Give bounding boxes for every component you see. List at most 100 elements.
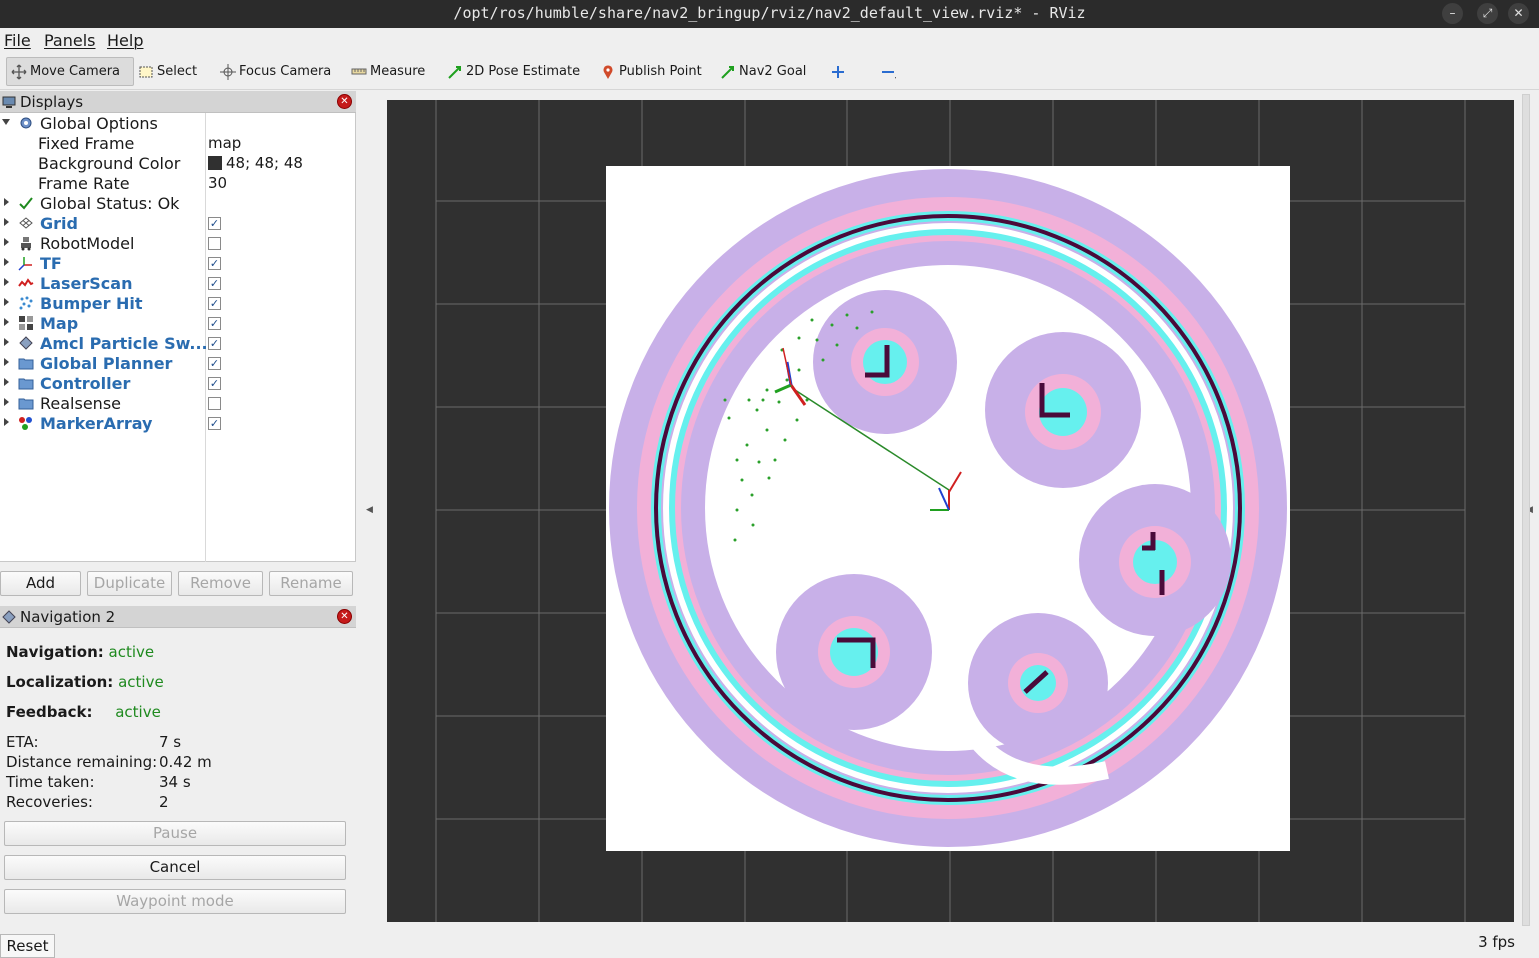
collapsed-arrow-icon[interactable] <box>2 277 10 287</box>
distance-value: 0.42 m <box>159 753 212 771</box>
tree-row-amcl-particle-swarm[interactable]: Amcl Particle Sw... ✓ <box>0 333 355 353</box>
checkbox-map[interactable]: ✓ <box>208 317 221 330</box>
collapsed-arrow-icon[interactable] <box>2 317 10 327</box>
obstacle-top-right <box>985 332 1141 488</box>
focus-camera-label: Focus Camera <box>239 64 332 79</box>
collapsed-arrow-icon[interactable] <box>2 417 10 427</box>
time-taken-label: Time taken: <box>6 773 95 791</box>
ruler-icon <box>351 68 367 74</box>
select-tool[interactable]: Select <box>134 57 201 86</box>
rename-display-button[interactable]: Rename <box>269 571 353 596</box>
pause-button[interactable]: Pause <box>4 821 346 846</box>
checkbox-controller[interactable]: ✓ <box>208 377 221 390</box>
menu-help[interactable]: Help <box>107 31 143 50</box>
publish-point-tool[interactable]: Publish Point <box>596 57 706 86</box>
tree-row-controller[interactable]: Controller ✓ <box>0 373 355 393</box>
collapsed-arrow-icon[interactable] <box>2 257 10 267</box>
global-status-label: Global Status: Ok <box>40 194 180 213</box>
duplicate-display-button[interactable]: Duplicate <box>87 571 172 596</box>
localization-status-row: Localization: active <box>6 673 164 691</box>
tree-row-map[interactable]: Map ✓ <box>0 313 355 333</box>
collapse-left-icon[interactable]: ◀ <box>366 505 373 515</box>
tree-row-background-color[interactable]: Background Color 48; 48; 48 <box>0 153 355 173</box>
time-taken-value: 34 s <box>159 773 191 791</box>
point-cloud-icon <box>19 296 33 310</box>
tree-row-robotmodel[interactable]: RobotModel <box>0 233 355 253</box>
checkbox-grid[interactable]: ✓ <box>208 217 221 230</box>
checkbox-robotmodel[interactable] <box>208 237 221 250</box>
diamond-icon <box>2 610 16 624</box>
checkbox-realsense[interactable] <box>208 397 221 410</box>
tree-row-global-planner[interactable]: Global Planner ✓ <box>0 353 355 373</box>
localization-status-value: active <box>118 673 164 691</box>
collapsed-arrow-icon[interactable] <box>2 357 10 367</box>
frame-rate-value[interactable]: 30 <box>208 174 227 192</box>
window-title: /opt/ros/humble/share/nav2_bringup/rviz/… <box>453 4 1086 22</box>
collapsed-arrow-icon[interactable] <box>2 297 10 307</box>
map-canvas[interactable] <box>387 100 1514 922</box>
tree-row-global-status[interactable]: Global Status: Ok <box>0 193 355 213</box>
select-label: Select <box>157 64 198 79</box>
recoveries-value: 2 <box>159 793 169 811</box>
checkbox-laserscan[interactable]: ✓ <box>208 277 221 290</box>
select-icon <box>139 66 153 77</box>
tree-row-laserscan[interactable]: LaserScan ✓ <box>0 273 355 293</box>
menu-file[interactable]: File <box>4 31 31 50</box>
remove-display-button[interactable]: Remove <box>178 571 263 596</box>
3d-viewport[interactable] <box>387 100 1514 922</box>
tree-row-bumper-hit[interactable]: Bumper Hit ✓ <box>0 293 355 313</box>
checkbox-markerarray[interactable]: ✓ <box>208 417 221 430</box>
checkbox-amcl[interactable]: ✓ <box>208 337 221 350</box>
minimize-button[interactable]: – <box>1442 3 1463 24</box>
close-window-button[interactable]: ✕ <box>1508 3 1529 24</box>
navigation-status-value: active <box>108 643 155 661</box>
menu-panels[interactable]: Panels <box>44 31 96 50</box>
remove-tool-button[interactable] <box>876 57 900 86</box>
navigation-panel-header: Navigation 2 ✕ <box>0 606 356 628</box>
distance-label: Distance remaining: <box>6 753 158 771</box>
cancel-button[interactable]: Cancel <box>4 855 346 880</box>
waypoint-mode-button[interactable]: Waypoint mode <box>4 889 346 914</box>
measure-tool[interactable]: Measure <box>347 57 429 86</box>
expanded-arrow-icon[interactable] <box>2 117 10 127</box>
collapsed-arrow-icon[interactable] <box>2 377 10 387</box>
add-tool-button[interactable] <box>826 57 850 86</box>
tree-row-markerarray[interactable]: MarkerArray ✓ <box>0 413 355 433</box>
navigation-status-row: Navigation: active <box>6 643 154 661</box>
tree-row-tf[interactable]: TF ✓ <box>0 253 355 273</box>
move-camera-icon <box>11 64 27 79</box>
collapsed-arrow-icon[interactable] <box>2 397 10 407</box>
move-camera-tool[interactable]: Move Camera <box>6 57 134 86</box>
display-label-controller: Controller <box>40 374 131 393</box>
reset-button[interactable]: Reset <box>0 934 55 958</box>
pose-estimate-tool[interactable]: 2D Pose Estimate <box>443 57 584 86</box>
toolbar: Move Camera Select Focus Camera Measure … <box>0 52 1539 90</box>
add-display-button[interactable]: Add <box>0 571 81 596</box>
maximize-button[interactable]: ⤢ <box>1477 3 1498 24</box>
checkbox-bumper-hit[interactable]: ✓ <box>208 297 221 310</box>
tree-row-frame-rate[interactable]: Frame Rate 30 <box>0 173 355 193</box>
background-color-field[interactable]: 48; 48; 48 <box>208 154 303 172</box>
close-displays-icon[interactable]: ✕ <box>337 94 352 109</box>
display-label-markerarray: MarkerArray <box>40 414 153 433</box>
focus-camera-tool[interactable]: Focus Camera <box>216 57 335 86</box>
tree-row-fixed-frame[interactable]: Fixed Frame map <box>0 133 355 153</box>
pose-array-icon <box>19 336 33 350</box>
checkbox-global-planner[interactable]: ✓ <box>208 357 221 370</box>
close-navigation-icon[interactable]: ✕ <box>337 609 352 624</box>
collapsed-arrow-icon[interactable] <box>2 217 10 227</box>
fixed-frame-value[interactable]: map <box>208 134 241 152</box>
collapsed-arrow-icon[interactable] <box>2 197 10 207</box>
tree-row-realsense[interactable]: Realsense <box>0 393 355 413</box>
collapsed-arrow-icon[interactable] <box>2 337 10 347</box>
global-options-label: Global Options <box>40 114 158 133</box>
tree-row-grid[interactable]: Grid ✓ <box>0 213 355 233</box>
grid-icon <box>19 217 33 229</box>
displays-title: Displays <box>20 92 84 111</box>
checkbox-tf[interactable]: ✓ <box>208 257 221 270</box>
tree-row-global-options[interactable]: Global Options <box>0 113 355 133</box>
displays-tree: Global Options Fixed Frame map Backgroun… <box>0 113 356 562</box>
nav2-goal-tool[interactable]: Nav2 Goal <box>716 57 810 86</box>
collapsed-arrow-icon[interactable] <box>2 237 10 247</box>
right-splitter[interactable] <box>1522 94 1530 926</box>
